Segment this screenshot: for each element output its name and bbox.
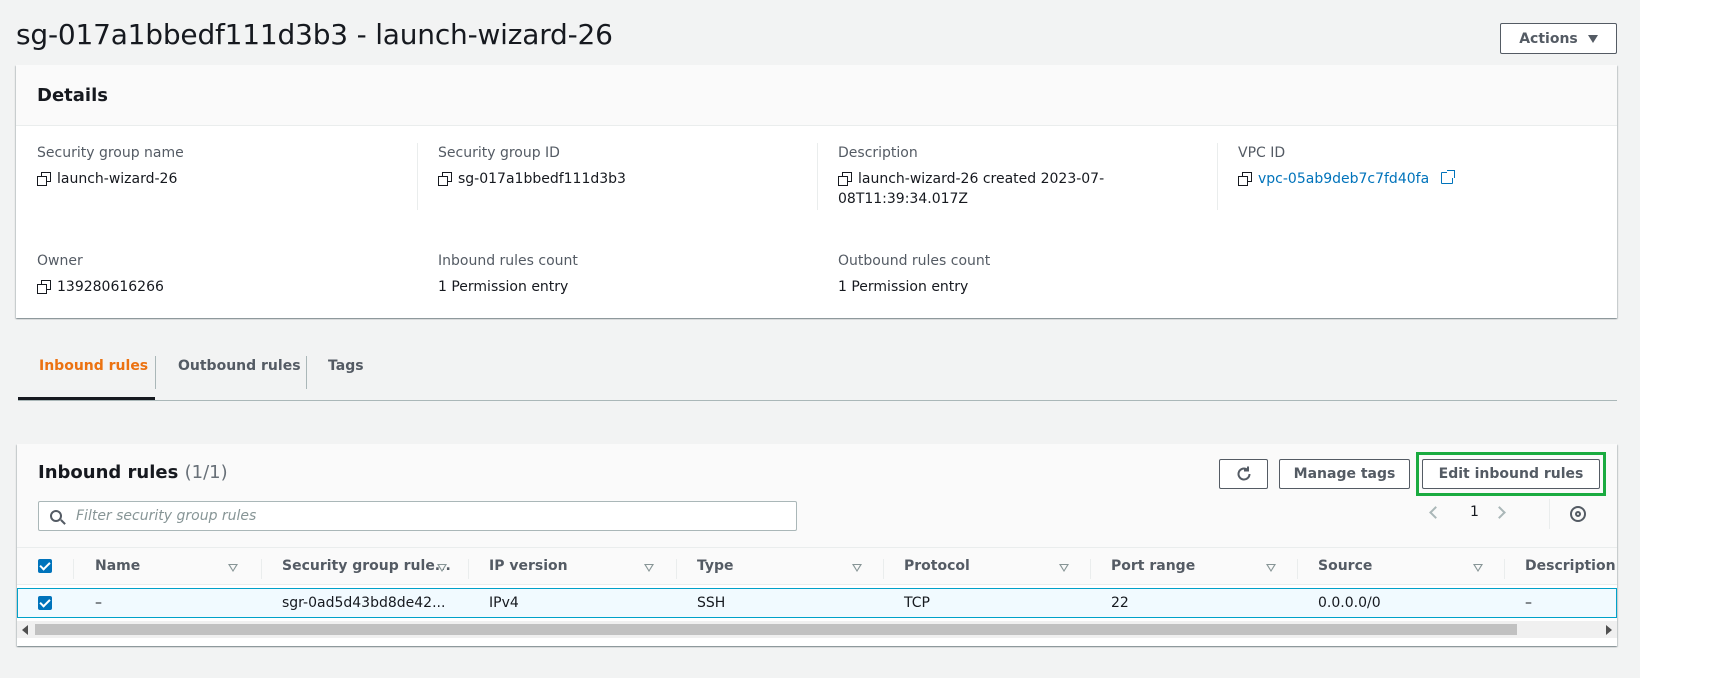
edit-inbound-rules-button[interactable]: Edit inbound rules — [1422, 459, 1600, 489]
col-description[interactable]: Description — [1525, 558, 1616, 574]
sort-icon[interactable] — [1473, 564, 1483, 572]
scroll-right-icon[interactable] — [1606, 625, 1612, 635]
cell-protocol: TCP — [904, 595, 930, 611]
copy-icon[interactable] — [438, 172, 452, 186]
gear-icon[interactable] — [1570, 506, 1586, 522]
field-value-vpc-id: vpc-05ab9deb7c7fd40fa — [1238, 169, 1456, 189]
rules-title-text: Inbound rules — [38, 462, 179, 483]
row-checkbox[interactable] — [38, 596, 52, 610]
tab-divider — [306, 356, 307, 389]
column-divider — [883, 559, 884, 579]
actions-label: Actions — [1519, 30, 1578, 47]
copy-icon[interactable] — [838, 172, 852, 186]
column-divider — [73, 559, 74, 579]
col-port-range[interactable]: Port range — [1111, 558, 1195, 574]
inbound-count-value: 1 Permission entry — [438, 279, 569, 295]
refresh-button[interactable] — [1219, 459, 1268, 489]
field-label-sg-name: Security group name — [37, 145, 184, 161]
sort-icon[interactable] — [228, 564, 238, 572]
tab-outbound-rules[interactable]: Outbound rules — [178, 358, 301, 374]
rules-title: Inbound rules (1/1) — [38, 462, 228, 483]
page-number[interactable]: 1 — [1470, 504, 1479, 520]
column-divider — [817, 143, 818, 210]
filter-search-box[interactable] — [38, 501, 797, 531]
column-divider — [261, 559, 262, 579]
tab-tags[interactable]: Tags — [328, 358, 364, 374]
field-label-sg-id: Security group ID — [438, 145, 560, 161]
column-divider — [1090, 559, 1091, 579]
field-value-description: launch-wizard-26 created 2023-07- 08T11:… — [838, 169, 1104, 209]
sg-name-value: launch-wizard-26 — [57, 171, 178, 187]
field-label-description: Description — [838, 145, 918, 161]
column-divider — [1297, 559, 1298, 579]
active-tab-underline — [18, 397, 155, 400]
column-divider — [676, 559, 677, 579]
description-line-1: launch-wizard-26 created 2023-07- — [858, 171, 1105, 187]
field-value-sg-name: launch-wizard-26 — [37, 169, 177, 189]
column-divider — [1504, 559, 1505, 579]
cell-description: – — [1525, 595, 1532, 611]
owner-value: 139280616266 — [57, 279, 164, 295]
field-value-sg-id: sg-017a1bbedf111d3b3 — [438, 169, 626, 189]
field-label-inbound-count: Inbound rules count — [438, 253, 578, 269]
sort-icon[interactable] — [852, 564, 862, 572]
right-blank-area — [1640, 0, 1732, 678]
cell-source: 0.0.0.0/0 — [1318, 595, 1381, 611]
scroll-left-icon[interactable] — [22, 625, 28, 635]
sort-icon[interactable] — [1266, 564, 1276, 572]
tab-inbound-rules[interactable]: Inbound rules — [39, 358, 148, 374]
caret-down-icon — [1587, 34, 1598, 43]
external-link-icon[interactable] — [1441, 170, 1456, 184]
actions-button[interactable]: Actions — [1500, 23, 1617, 54]
cell-port-range: 22 — [1111, 595, 1129, 611]
select-all-checkbox[interactable] — [38, 559, 52, 573]
outbound-count-value: 1 Permission entry — [838, 279, 969, 295]
description-line-2: 08T11:39:34.017Z — [838, 191, 969, 207]
manage-tags-button[interactable]: Manage tags — [1279, 459, 1410, 489]
field-value-owner: 139280616266 — [37, 277, 164, 297]
details-panel: Details Security group name launch-wizar… — [16, 65, 1617, 318]
description-value: launch-wizard-26 created 2023-07- 08T11:… — [838, 169, 1105, 209]
cell-ip-version: IPv4 — [489, 595, 519, 611]
scrollbar-thumb[interactable] — [35, 624, 1517, 635]
table-header: Name Security group rule... IP version T… — [17, 547, 1617, 585]
sort-icon[interactable] — [437, 564, 447, 572]
horizontal-scrollbar[interactable] — [17, 621, 1617, 638]
col-ip-version[interactable]: IP version — [489, 558, 568, 574]
copy-icon[interactable] — [37, 172, 51, 186]
sg-id-value: sg-017a1bbedf111d3b3 — [458, 171, 626, 187]
col-type[interactable]: Type — [697, 558, 734, 574]
tab-divider — [155, 356, 156, 389]
cell-sg-rule-id: sgr-0ad5d43bd8de42... — [282, 595, 446, 611]
copy-icon[interactable] — [1238, 172, 1252, 186]
cell-name: – — [95, 595, 102, 611]
field-label-vpc-id: VPC ID — [1238, 145, 1286, 161]
tabs-baseline — [18, 400, 1617, 401]
col-name[interactable]: Name — [95, 558, 140, 574]
field-label-outbound-count: Outbound rules count — [838, 253, 991, 269]
details-header — [16, 65, 1617, 126]
page-title: sg-017a1bbedf111d3b3 - launch-wizard-26 — [16, 18, 613, 51]
inbound-rules-panel: Inbound rules (1/1) Manage tags Edit inb… — [17, 444, 1617, 646]
sort-icon[interactable] — [644, 564, 654, 572]
column-divider — [417, 143, 418, 210]
col-sg-rule-id[interactable]: Security group rule... — [282, 558, 451, 574]
column-divider — [468, 559, 469, 579]
refresh-icon — [1237, 466, 1250, 481]
cell-type: SSH — [697, 595, 726, 611]
column-divider — [1217, 143, 1218, 210]
col-protocol[interactable]: Protocol — [904, 558, 970, 574]
details-title: Details — [37, 85, 108, 106]
filter-input[interactable] — [74, 507, 758, 525]
field-label-owner: Owner — [37, 253, 83, 269]
vpc-id-link[interactable]: vpc-05ab9deb7c7fd40fa — [1258, 169, 1429, 189]
sort-icon[interactable] — [1059, 564, 1069, 572]
search-icon — [50, 510, 62, 522]
table-row[interactable]: – sgr-0ad5d43bd8de42... IPv4 SSH TCP 22 … — [17, 588, 1617, 618]
pager-divider — [1549, 499, 1550, 529]
copy-icon[interactable] — [37, 280, 51, 294]
col-source[interactable]: Source — [1318, 558, 1372, 574]
rules-count: (1/1) — [184, 462, 228, 483]
